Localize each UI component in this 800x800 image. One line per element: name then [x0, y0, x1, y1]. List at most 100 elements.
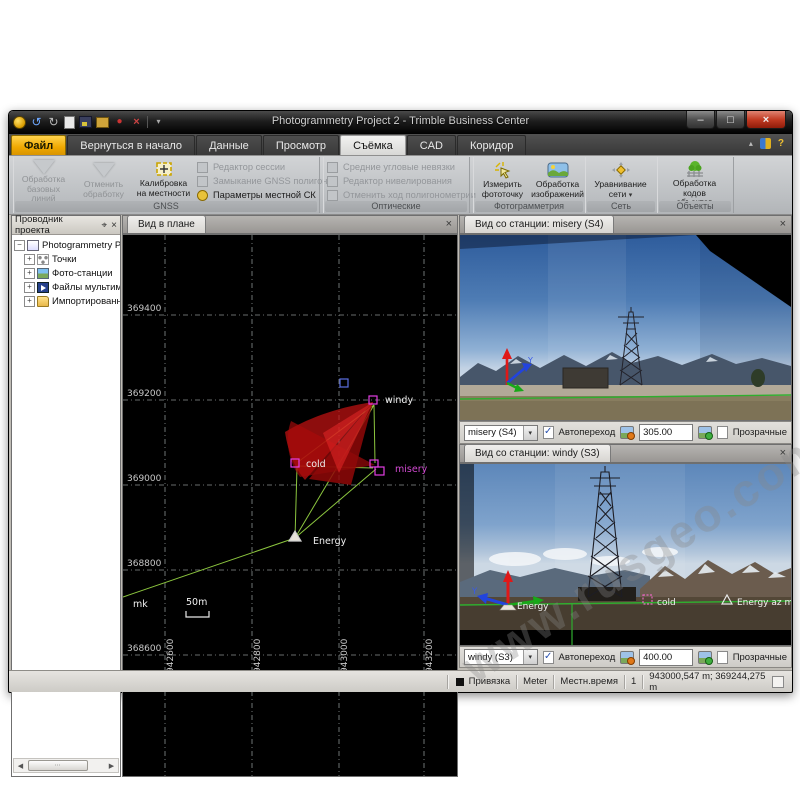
units-label[interactable]: Meter: [523, 676, 547, 687]
snap-indicator-icon[interactable]: [456, 678, 464, 686]
station-view-misery-tabbar: Вид со станции: misery (S4) ×: [459, 215, 792, 234]
prev-image-icon[interactable]: [620, 426, 634, 439]
tab-plan-view[interactable]: Вид в плане: [127, 215, 206, 233]
minimize-button[interactable]: –: [686, 111, 715, 129]
auto-transition-checkbox[interactable]: ✓: [543, 426, 554, 439]
station-view-windy-tabbar: Вид со станции: windy (S3) ×: [459, 444, 792, 463]
session-editor-item[interactable]: Редактор сессии: [197, 160, 338, 174]
cancel-traverse-item[interactable]: Отменить ход полигонометрии: [327, 188, 476, 202]
expand-box-icon[interactable]: +: [24, 254, 35, 265]
tab-station-windy[interactable]: Вид со станции: windy (S3): [464, 444, 611, 462]
local-cs-icon: [197, 190, 209, 200]
select-caret-icon[interactable]: ▾: [523, 426, 537, 440]
scale-bar: 50m: [186, 597, 209, 617]
process-baselines-button[interactable]: Обработка базовых линий: [15, 159, 72, 202]
status-checkbox[interactable]: [772, 676, 784, 688]
transparent-label: Прозрачные: [733, 427, 787, 438]
mean-angular-item[interactable]: Средние угловые невязки: [327, 160, 476, 174]
tab-cad[interactable]: CAD: [407, 135, 456, 155]
close-station-windy-icon[interactable]: ×: [780, 448, 786, 459]
funnel-cancel-icon: [93, 160, 115, 179]
svg-text:misery: misery: [395, 464, 428, 475]
gnss-loop-closure-item[interactable]: Замыкание GNSS полигонов: [197, 174, 338, 188]
station-select[interactable]: misery (S4) ▾: [464, 425, 538, 441]
tree-item-photo-stations[interactable]: + Фото-станции: [14, 266, 120, 280]
expand-box-icon[interactable]: +: [24, 268, 35, 279]
maximize-button[interactable]: □: [716, 111, 745, 129]
process-images-button[interactable]: Обработка изображений: [529, 159, 586, 202]
focal-value-input[interactable]: [639, 424, 693, 441]
level-editor-item[interactable]: Редактор нивелирования: [327, 174, 476, 188]
tab-data[interactable]: Данные: [196, 135, 262, 155]
tower-base-building: [578, 587, 636, 601]
image-icon: [547, 160, 569, 179]
station-view-windy-photo[interactable]: Y Energy cold Energy az mk: [459, 463, 792, 646]
snap-label[interactable]: Привязка: [469, 676, 511, 687]
station-view-misery-photo[interactable]: Y: [459, 234, 792, 421]
time-label[interactable]: Местн.время: [560, 676, 618, 687]
close-plan-view-icon[interactable]: ×: [446, 219, 452, 230]
sync-icon[interactable]: [760, 138, 771, 149]
tree-item-root[interactable]: − Photogrammetry Project 2: [14, 238, 120, 252]
process-feature-codes-button[interactable]: Обработка кодов объектов: [666, 159, 723, 202]
station-select[interactable]: windy (S3) ▾: [464, 649, 538, 665]
session-editor-icon: [197, 162, 209, 172]
help-icon[interactable]: ?: [778, 138, 784, 149]
expand-box-icon[interactable]: +: [24, 296, 35, 307]
gnss-small-buttons: Редактор сессии Замыкание GNSS полигонов…: [197, 160, 338, 202]
close-button[interactable]: ×: [746, 111, 786, 129]
tab-corridor[interactable]: Коридор: [457, 135, 526, 155]
scrollbar-thumb[interactable]: ⋯: [28, 760, 88, 771]
tree-item-points[interactable]: + Точки: [14, 252, 120, 266]
project-tree: − Photogrammetry Project 2 + Точки + Фот…: [12, 235, 120, 308]
ribbon-group-gnss: Обработка базовых линий Отменить обработ…: [13, 157, 320, 213]
status-bar: Привязка Meter Местн.время 1 943000,547 …: [9, 670, 792, 692]
tab-get-started[interactable]: Вернуться в начало: [67, 135, 195, 155]
adjust-network-button[interactable]: Уравнивание сети ▾: [592, 159, 649, 202]
caret-down-icon: ▾: [629, 192, 633, 199]
svg-text:Y: Y: [527, 356, 533, 365]
scroll-left-icon[interactable]: ◀: [14, 760, 27, 771]
funnel-icon: [33, 160, 55, 174]
group-caption-network: Сеть: [587, 201, 655, 212]
close-station-misery-icon[interactable]: ×: [780, 219, 786, 230]
plan-view[interactable]: 369400 369200 369000 368800 368600 94260…: [122, 234, 458, 777]
project-explorer-title: Проводник проекта: [15, 214, 98, 236]
tab-station-misery[interactable]: Вид со станции: misery (S4): [464, 215, 614, 233]
explorer-horizontal-scrollbar[interactable]: ◀ ⋯ ▶: [13, 758, 119, 773]
tab-survey[interactable]: Съёмка: [340, 135, 406, 155]
tree-item-media-files[interactable]: + Файлы мультимедиа: [14, 280, 120, 294]
svg-text:942800: 942800: [253, 638, 263, 673]
prev-image-icon[interactable]: [620, 651, 634, 664]
cursor-star-icon: [494, 160, 512, 179]
plan-view-tabbar: Вид в плане ×: [122, 215, 458, 234]
tree: [751, 369, 765, 387]
no-photo-region: [696, 235, 791, 307]
measure-photo-point-button[interactable]: Измерить фототочку: [474, 159, 531, 202]
scroll-right-icon[interactable]: ▶: [105, 760, 118, 771]
select-caret-icon[interactable]: ▾: [523, 650, 537, 664]
collapse-ribbon-icon[interactable]: ▴: [749, 139, 753, 148]
collapse-box-icon[interactable]: −: [14, 240, 25, 251]
next-image-icon[interactable]: [698, 426, 712, 439]
pin-icon[interactable]: ⌖: [102, 220, 108, 231]
local-cs-params-item[interactable]: Параметры местной СК: [197, 188, 338, 202]
tree-item-imported[interactable]: + Импортированные фа: [14, 294, 120, 308]
tab-file[interactable]: Файл: [11, 135, 66, 155]
loop-closure-icon: [197, 176, 209, 186]
cancel-processing-button[interactable]: Отменить обработку: [75, 159, 132, 202]
svg-text:windy: windy: [385, 395, 413, 406]
expand-box-icon[interactable]: +: [24, 282, 35, 293]
close-panel-icon[interactable]: ×: [111, 220, 117, 231]
transparent-checkbox[interactable]: [717, 651, 728, 664]
transparent-label: Прозрачные: [733, 652, 787, 663]
transparent-checkbox[interactable]: [717, 426, 728, 439]
adjust-network-icon: [611, 160, 631, 179]
calibration-icon: [154, 160, 174, 178]
tab-view[interactable]: Просмотр: [263, 135, 339, 155]
auto-transition-checkbox[interactable]: ✓: [543, 651, 554, 664]
next-image-icon[interactable]: [698, 651, 712, 664]
site-calibration-button[interactable]: Калибровка на местности ▾: [135, 159, 192, 202]
svg-text:cold: cold: [306, 459, 326, 470]
focal-value-input[interactable]: [639, 649, 693, 666]
